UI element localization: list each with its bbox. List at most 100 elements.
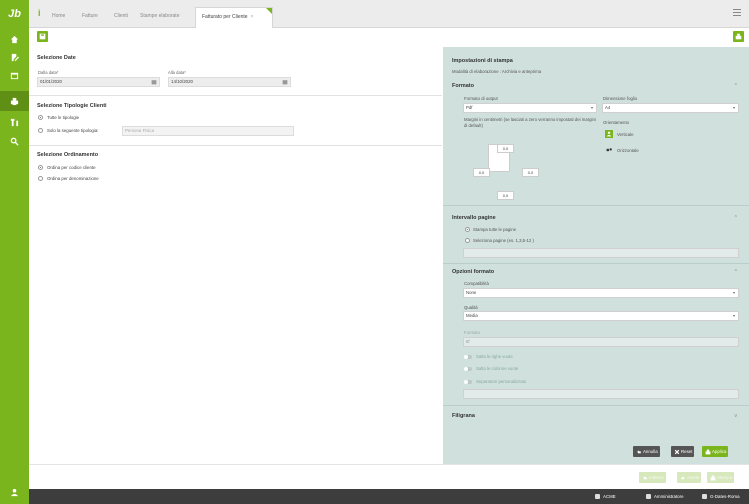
settings-panel-button[interactable] (733, 31, 744, 42)
from-date-field[interactable]: 01/01/2020 (37, 77, 160, 87)
chevron-down-icon: ▾ (732, 313, 735, 318)
margin-right-field[interactable]: 0,0 (522, 168, 539, 177)
custom-separator-toggle[interactable] (464, 380, 472, 384)
info-icon[interactable]: i (38, 8, 41, 18)
calendar-icon[interactable] (151, 79, 157, 85)
app-logo[interactable]: Jb (0, 2, 29, 26)
page-size-value: A4 (605, 105, 611, 110)
calendar-icon[interactable] (282, 79, 288, 85)
margin-top-field[interactable]: 0,0 (497, 144, 514, 153)
chevron-down-icon: ▾ (590, 105, 593, 110)
landscape-icon[interactable] (605, 146, 613, 154)
home-icon[interactable] (7, 32, 21, 46)
tab-fatture[interactable]: Fatture (76, 7, 104, 28)
tab-stampe-elaborate[interactable]: Stampe elaborate (134, 7, 185, 28)
output-format-label: Formato di output (464, 96, 498, 101)
back-button[interactable]: Indietro (639, 472, 666, 483)
skip-rows-label: Salta le righe vuote (476, 354, 513, 359)
next-button[interactable]: Avanti (677, 472, 702, 483)
radio-all-types[interactable] (38, 115, 43, 120)
chevron-down-icon: ▾ (732, 290, 735, 295)
orientation-vertical-label: Verticale (617, 132, 634, 137)
custom-separator-input[interactable] (463, 389, 739, 399)
page-range-input[interactable] (463, 248, 739, 258)
chevron-up-icon[interactable]: ^ (735, 83, 737, 89)
document-edit-icon[interactable] (7, 50, 21, 64)
undo-icon (635, 448, 642, 455)
quality-label: Qualità (464, 305, 478, 310)
portrait-icon[interactable] (605, 130, 613, 138)
radio-order-code[interactable] (38, 165, 43, 170)
radio-only-type-label: Solo la seguente tipologia: (47, 128, 99, 133)
back-button-label: Indietro (649, 475, 664, 480)
print-icon[interactable] (0, 91, 29, 111)
active-tab-marker (266, 8, 272, 14)
wizard-actions: Indietro Avanti Stampa (29, 464, 749, 489)
skip-cols-label: Salta le colonne vuote (476, 366, 519, 371)
radio-select-pages[interactable] (465, 238, 470, 243)
forward-arrow-icon (679, 474, 686, 481)
tab-bar: i Home Fatture Clienti Stampe elaborate … (29, 0, 749, 28)
margin-left-field[interactable]: 0,0 (473, 168, 490, 177)
reset-button-label: Reset (681, 449, 693, 454)
tab-label: Clienti (114, 13, 128, 19)
page-size-select[interactable]: A4 ▾ (602, 103, 739, 113)
database-name: G-Dates-Roma (710, 494, 740, 499)
to-date-field[interactable]: 14/10/2020 (168, 77, 291, 87)
user-icon[interactable] (0, 480, 29, 504)
quality-value: Media (466, 313, 478, 318)
print-settings-icon (735, 33, 742, 40)
page-range-section-title[interactable]: Intervallo pagine (452, 215, 496, 221)
watermark-section-title[interactable]: Filigrana (452, 413, 475, 419)
orientation-label: Orientamento (603, 120, 630, 125)
apply-button[interactable]: Applica (702, 446, 729, 457)
company-status[interactable]: ACME (595, 489, 616, 504)
chevron-down-icon: ▾ (732, 105, 735, 110)
radio-order-name-label: Ordina per denominazione (47, 176, 99, 181)
chevron-up-icon[interactable]: ^ (735, 215, 737, 221)
format-input[interactable]: ttf (463, 337, 739, 347)
database-icon (702, 494, 707, 500)
from-date-value: 01/01/2020 (40, 79, 62, 84)
output-format-select[interactable]: Pdf ▾ (463, 103, 597, 113)
order-section-title: Selezione Ordinamento (37, 152, 99, 158)
compatibility-value: None (466, 290, 477, 295)
calendar-icon[interactable] (7, 68, 21, 82)
search-icon[interactable] (7, 134, 21, 148)
skip-rows-toggle[interactable] (464, 355, 472, 359)
formato-section-title[interactable]: Formato (452, 83, 474, 89)
print-icon (709, 474, 716, 481)
radio-order-name[interactable] (38, 176, 43, 181)
client-type-select[interactable]: Persona Fisica (122, 126, 294, 136)
close-icon[interactable]: × (251, 14, 254, 20)
cancel-button-label: Annulla (643, 449, 658, 454)
margin-bottom-field[interactable]: 0,0 (497, 191, 514, 200)
format-options-section-title[interactable]: Opzioni formato (452, 269, 494, 275)
print-button[interactable]: Stampa (707, 472, 735, 483)
skip-cols-toggle[interactable] (464, 367, 472, 371)
apply-button-label: Applica (712, 449, 727, 454)
print-settings-title: Impostazioni di stampa (452, 58, 513, 64)
cancel-button[interactable]: Annulla (633, 446, 660, 457)
margins-help-text: Margini in centimetri (se lasciati a zer… (464, 117, 596, 128)
chevron-up-icon[interactable]: ^ (735, 269, 737, 275)
radio-order-code-label: Ordina per codice cliente (47, 165, 96, 170)
tab-clienti[interactable]: Clienti (108, 7, 134, 28)
compatibility-select[interactable]: None ▾ (463, 288, 739, 298)
reset-button[interactable]: Reset (671, 446, 695, 457)
divider (443, 205, 749, 206)
menu-icon[interactable] (733, 9, 741, 18)
radio-all-pages[interactable] (465, 227, 470, 232)
radio-select-pages-label: Seleziona pagine (es. 1,3,5-12 ) (473, 238, 534, 243)
user-status[interactable]: Amministratore (646, 489, 684, 504)
tab-fatturato-per-cliente[interactable]: Fatturato per Cliente × (195, 7, 273, 28)
save-button[interactable] (37, 31, 48, 42)
database-status[interactable]: G-Dates-Roma (702, 489, 740, 504)
tab-home[interactable]: Home (46, 7, 71, 28)
from-date-label: Dalla data* (38, 70, 59, 75)
quality-select[interactable]: Media ▾ (463, 311, 739, 321)
chevron-down-icon[interactable]: v (735, 413, 738, 419)
radio-only-type[interactable] (38, 128, 43, 133)
filter-icon[interactable] (7, 115, 21, 129)
radio-all-pages-label: Stampa tutte le pagine (473, 227, 516, 232)
